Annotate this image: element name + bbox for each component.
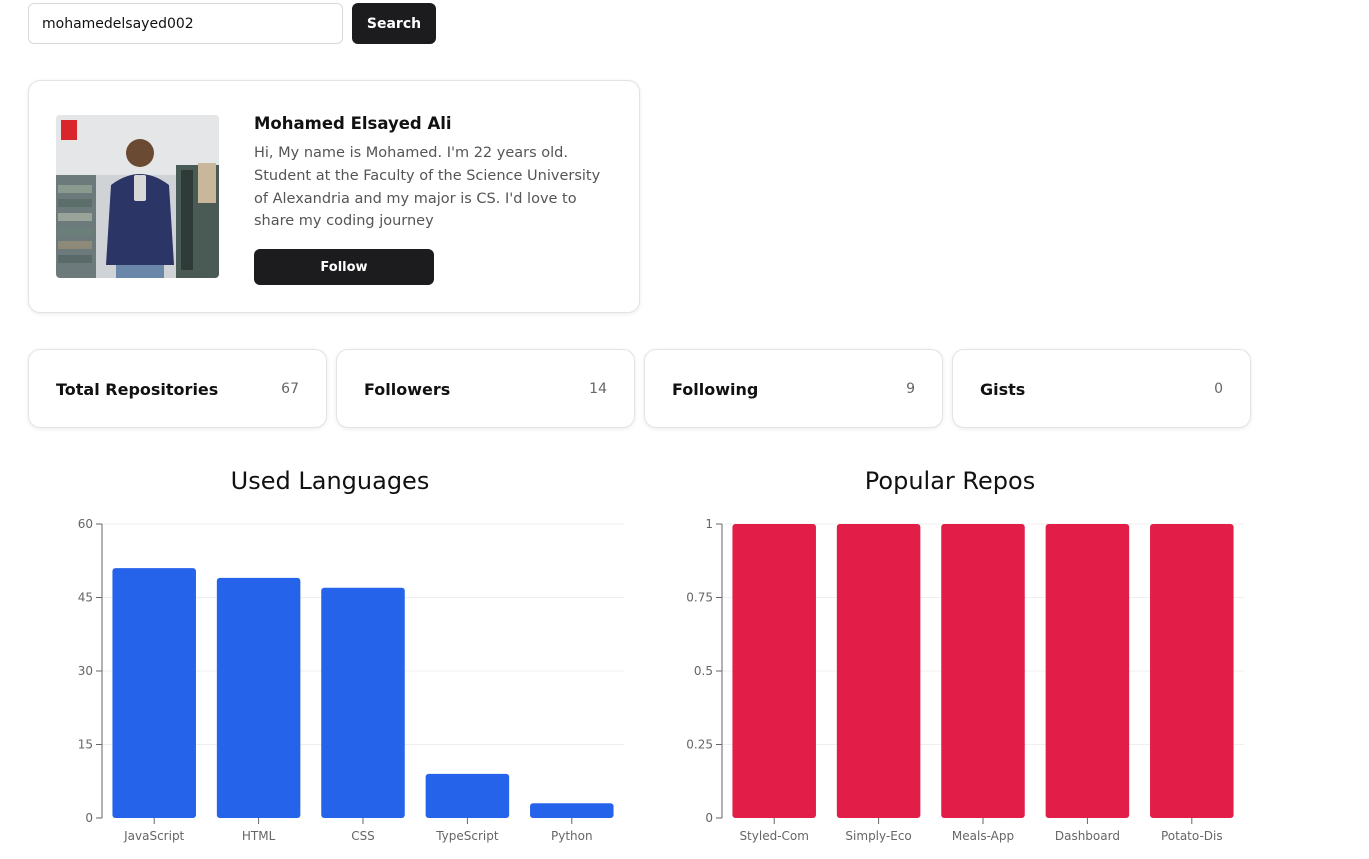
search-button[interactable]: Search — [352, 3, 436, 44]
bar — [1150, 524, 1234, 818]
bar — [1045, 524, 1130, 818]
x-tick-label: Python — [551, 829, 593, 843]
bar — [530, 803, 614, 818]
y-tick-label: 30 — [78, 664, 93, 678]
search-bar: Search — [28, 3, 436, 44]
x-tick-label: Styled-Com — [739, 829, 809, 843]
bar — [112, 568, 196, 818]
y-tick-label: 60 — [78, 517, 93, 531]
stat-value: 0 — [1214, 381, 1223, 397]
y-tick-label: 1 — [705, 517, 713, 531]
y-tick-label: 0 — [705, 811, 713, 825]
y-tick-label: 0 — [85, 811, 93, 825]
stat-label: Followers — [364, 380, 451, 399]
bar — [425, 773, 510, 818]
stat-card-followers: Followers 14 — [336, 349, 635, 428]
chart-title-languages: Used Languages — [230, 467, 430, 495]
repos-bar-chart: 0 0.25 0.5 0.75 1 Styled-Com Simply-Eco Meals-A… — [686, 517, 1244, 843]
stat-label: Gists — [980, 380, 1026, 399]
bar — [836, 524, 921, 818]
bar — [321, 587, 405, 818]
profile-bio: Hi, My name is Mohamed. I'm 22 years old… — [254, 145, 601, 230]
follow-button[interactable]: Follow — [254, 249, 434, 285]
y-tick-label: 0.75 — [686, 591, 713, 605]
x-tick-label: Meals-App — [952, 829, 1014, 843]
x-tick-label: JavaScript — [123, 829, 184, 843]
y-tick-label: 45 — [78, 591, 93, 605]
x-tick-label: Potato-Dis — [1161, 829, 1223, 843]
stat-card-total-repositories: Total Repositories 67 — [28, 349, 327, 428]
languages-bar-chart: 0 15 30 45 60 JavaScript HTML CSS TypeScript Pyth… — [78, 517, 624, 843]
stat-label: Following — [672, 380, 759, 399]
stat-value: 67 — [281, 381, 299, 397]
x-tick-label: CSS — [351, 829, 375, 843]
profile-name: Mohamed Elsayed Ali — [254, 114, 452, 133]
stat-value: 14 — [589, 381, 607, 397]
x-tick-label: Simply-Eco — [845, 829, 911, 843]
bar — [216, 577, 301, 818]
bar — [732, 524, 816, 818]
stat-card-gists: Gists 0 — [952, 349, 1251, 428]
user-photo-icon — [56, 115, 219, 278]
stat-card-following: Following 9 — [644, 349, 943, 428]
avatar — [56, 115, 219, 278]
y-tick-label: 0.25 — [686, 738, 713, 752]
stat-value: 9 — [906, 381, 915, 397]
x-tick-label: HTML — [242, 829, 276, 843]
x-tick-label: TypeScript — [435, 829, 499, 843]
y-tick-label: 15 — [78, 738, 93, 752]
y-tick-label: 0.5 — [694, 664, 713, 678]
stat-label: Total Repositories — [56, 380, 219, 399]
chart-title-repos: Popular Repos — [864, 467, 1036, 495]
x-tick-label: Dashboard — [1055, 829, 1120, 843]
search-input[interactable] — [28, 3, 343, 44]
profile-card: Mohamed Elsayed Ali Hi, My name is Moham… — [28, 80, 640, 313]
bar — [941, 524, 1025, 818]
